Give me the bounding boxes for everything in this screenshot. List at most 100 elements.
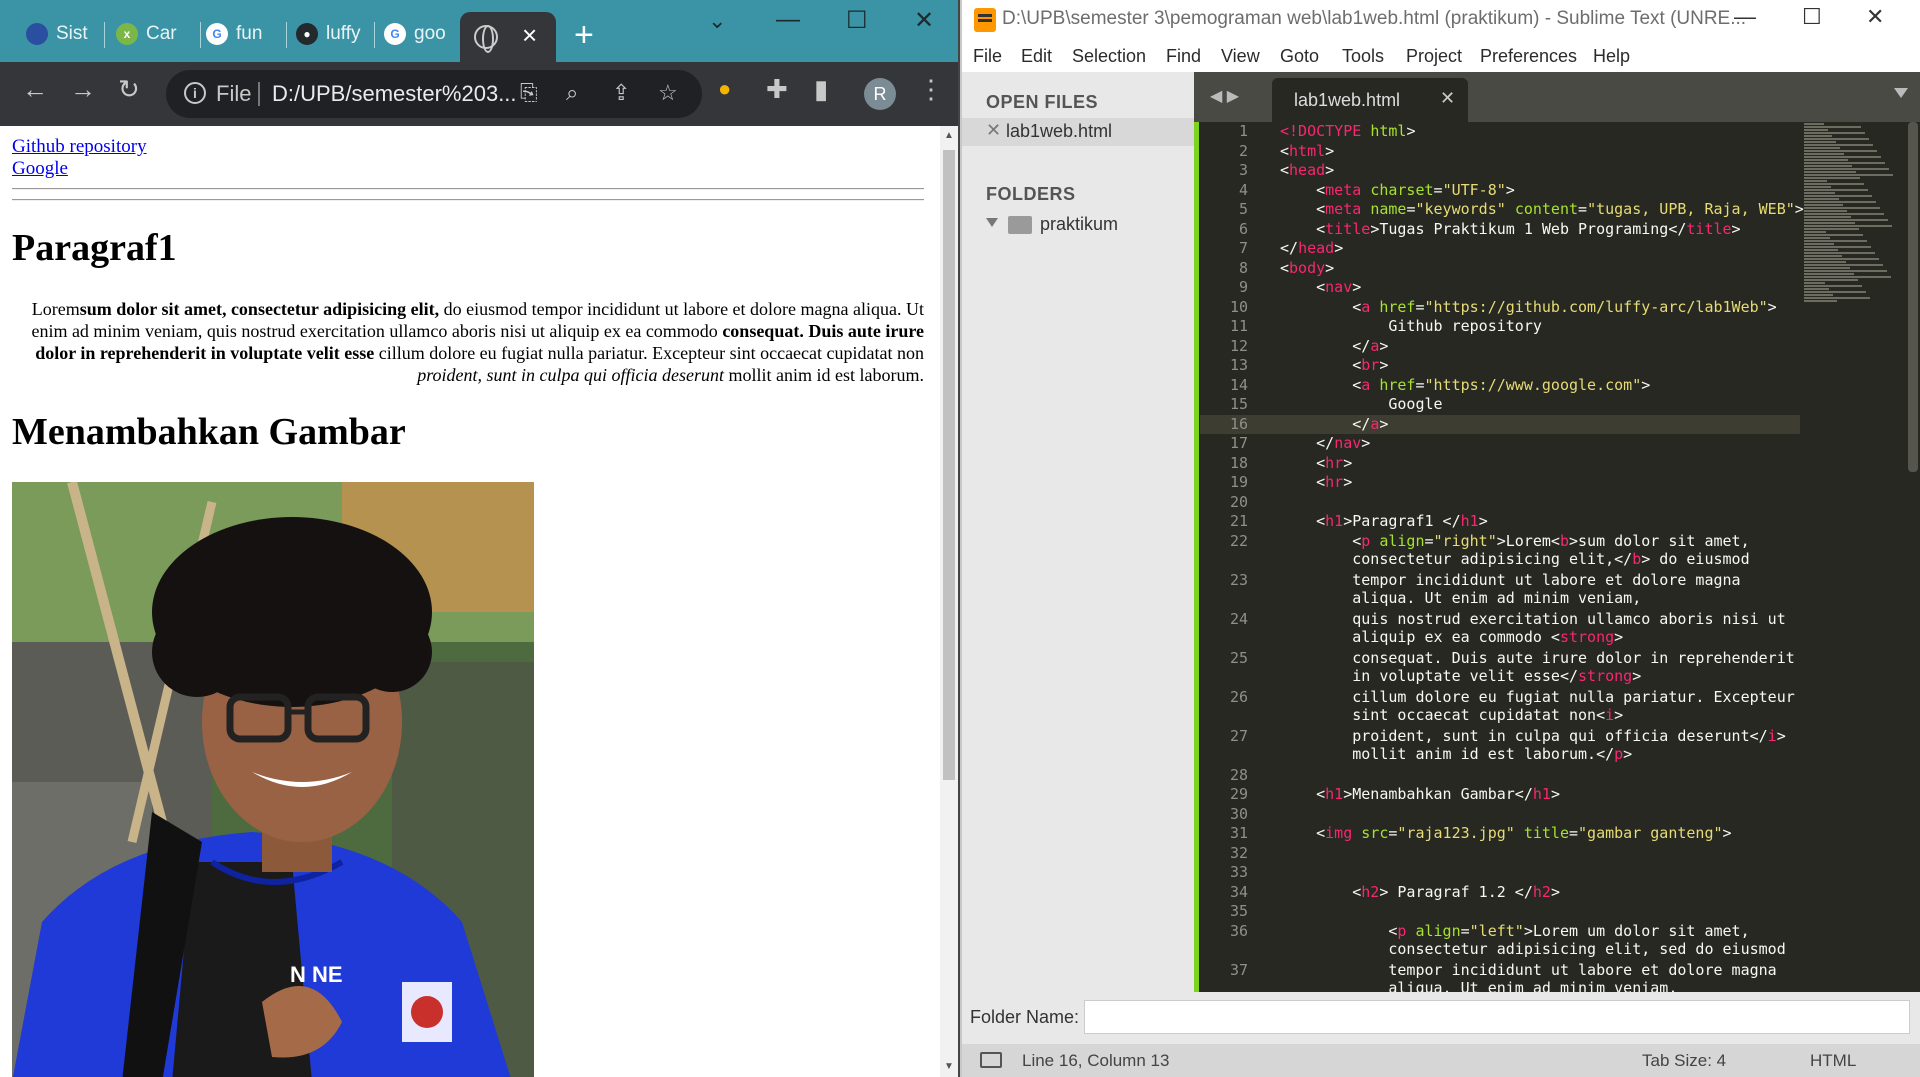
- tab-nav-arrows-icon[interactable]: ◀ ▶: [1210, 86, 1239, 106]
- tab-2[interactable]: x Car: [106, 14, 198, 54]
- minimap-line: [1804, 123, 1824, 125]
- menu-goto[interactable]: Goto: [1280, 46, 1319, 67]
- code-line: 9 <nav>: [1200, 278, 1800, 298]
- github-icon: ●: [296, 23, 318, 45]
- site-info-icon[interactable]: i: [184, 82, 206, 104]
- minimap-line: [1804, 231, 1826, 233]
- tab-1[interactable]: Sist: [16, 14, 102, 54]
- tab-dropdown-icon[interactable]: [1894, 88, 1908, 98]
- code-line: 30: [1200, 805, 1800, 825]
- code-editor[interactable]: 1 <!DOCTYPE html> 2 <html> 3 <head> 4 <meta ch…: [1194, 122, 1920, 992]
- minimap-line: [1804, 222, 1855, 224]
- code-text: <a href="https://github.com/luffy-arc/la…: [1280, 297, 1777, 316]
- tab-5[interactable]: G goo: [374, 14, 460, 54]
- minimap-line: [1804, 159, 1848, 161]
- menu-project[interactable]: Project: [1406, 46, 1462, 67]
- folder-icon: [1008, 216, 1032, 234]
- close-window-icon[interactable]: ✕: [914, 6, 934, 35]
- menu-tools[interactable]: Tools: [1342, 46, 1384, 67]
- shirt-text: N NE: [290, 962, 343, 987]
- menu-edit[interactable]: Edit: [1021, 46, 1052, 67]
- minimap-line: [1804, 210, 1847, 212]
- close-file-icon[interactable]: ✕: [986, 120, 1001, 141]
- line-number: 13: [1229, 356, 1248, 374]
- scrollbar-thumb[interactable]: [943, 150, 955, 780]
- menu-view[interactable]: View: [1221, 46, 1260, 67]
- syntax-mode[interactable]: HTML: [1810, 1051, 1856, 1071]
- github-repository-link[interactable]: Github repository: [12, 136, 147, 158]
- maximize-icon[interactable]: ☐: [846, 6, 868, 35]
- reload-icon[interactable]: ↻: [118, 74, 140, 105]
- address-bar[interactable]: i File D:/UPB/semester%203... ⎘ ⌕ ⇪ ☆: [166, 70, 702, 118]
- code-text: <h1>Paragraf1 </h1>: [1280, 512, 1488, 530]
- code-line: 25 consequat. Duis aute irure dolor in r…: [1200, 649, 1800, 688]
- minimap-line: [1804, 147, 1840, 149]
- line-number: 10: [1229, 297, 1248, 316]
- code-text: <p align="left">Lorem um dolor sit amet,…: [1280, 921, 1786, 958]
- extension-colorful-icon[interactable]: ●: [718, 76, 731, 102]
- code-line: 33: [1200, 863, 1800, 883]
- zoom-icon[interactable]: ⌕: [566, 80, 578, 106]
- minimap-line: [1804, 273, 1854, 275]
- minimize-icon[interactable]: —: [1734, 4, 1756, 30]
- google-link[interactable]: Google: [12, 158, 68, 180]
- maximize-icon[interactable]: ☐: [1802, 4, 1822, 30]
- menu-help[interactable]: Help: [1593, 46, 1630, 67]
- line-number: 2: [1238, 141, 1248, 160]
- menu-kebab-icon[interactable]: ⋮: [918, 74, 944, 105]
- code-line: 11 Github repository: [1200, 317, 1800, 337]
- minimap-line: [1804, 207, 1880, 209]
- close-tab-icon[interactable]: ✕: [1440, 88, 1455, 109]
- tab-3[interactable]: G fun: [196, 14, 286, 54]
- code-line: 8 <body>: [1200, 259, 1800, 279]
- translate-icon[interactable]: ⎘: [520, 80, 538, 106]
- extensions-puzzle-icon[interactable]: ✚: [766, 74, 788, 105]
- menu-preferences[interactable]: Preferences: [1480, 46, 1577, 67]
- close-tab-icon[interactable]: ×: [522, 20, 537, 51]
- folder-name-input[interactable]: [1084, 1000, 1910, 1034]
- scroll-down-icon[interactable]: ▼: [944, 1061, 954, 1072]
- menu-find[interactable]: Find: [1166, 46, 1201, 67]
- code-line: 12 </a>: [1200, 337, 1800, 357]
- line-number: 20: [1229, 492, 1248, 511]
- scroll-up-icon[interactable]: ▲: [944, 130, 954, 141]
- open-file-item[interactable]: ✕ lab1web.html: [962, 118, 1194, 146]
- disclosure-triangle-icon[interactable]: [986, 218, 998, 227]
- new-tab-button[interactable]: +: [574, 16, 594, 55]
- line-number: 37: [1229, 960, 1248, 979]
- minimap[interactable]: [1804, 122, 1904, 342]
- minimap-line: [1804, 276, 1891, 278]
- code-line: 20: [1200, 493, 1800, 513]
- tab-active[interactable]: ×: [460, 12, 556, 62]
- code-line: 27 proident, sunt in culpa qui officia d…: [1200, 727, 1800, 766]
- minimize-icon[interactable]: —: [776, 6, 800, 34]
- code-line: 29 <h1>Menambahkan Gambar</h1>: [1200, 785, 1800, 805]
- forward-icon[interactable]: →: [70, 74, 96, 105]
- tab-search-icon[interactable]: ⌄: [708, 8, 726, 34]
- menu-file[interactable]: File: [973, 46, 1002, 67]
- code-line: 7 </head>: [1200, 239, 1800, 259]
- editor-tab[interactable]: lab1web.html ✕: [1272, 78, 1468, 122]
- code-text: <h2> Paragraf 1.2 </h2>: [1280, 882, 1560, 901]
- minimap-line: [1804, 246, 1871, 248]
- divider: [258, 82, 260, 106]
- menu-selection[interactable]: Selection: [1072, 46, 1146, 67]
- share-icon[interactable]: ⇪: [612, 80, 630, 106]
- editor-scrollbar-thumb[interactable]: [1908, 122, 1918, 472]
- page-scrollbar[interactable]: ▲ ▼: [940, 126, 958, 1077]
- back-icon[interactable]: ←: [22, 74, 48, 105]
- minimap-line: [1804, 129, 1828, 131]
- tab-4[interactable]: ● luffy: [286, 14, 376, 54]
- console-toggle-icon[interactable]: [980, 1052, 1002, 1068]
- tab-size[interactable]: Tab Size: 4: [1642, 1051, 1726, 1071]
- side-panel-icon[interactable]: ▮: [814, 74, 828, 105]
- bookmark-star-icon[interactable]: ☆: [658, 80, 678, 106]
- code-text: tempor incididunt ut labore et dolore ma…: [1352, 570, 1741, 607]
- profile-avatar[interactable]: R: [864, 78, 896, 110]
- minimap-line: [1804, 126, 1861, 128]
- minimap-line: [1804, 204, 1843, 206]
- desktop: Sist x Car G fun ● luffy G goo × + ⌄ — ☐…: [0, 0, 1920, 1077]
- code-text: <head>: [1280, 161, 1335, 179]
- sublime-titlebar: D:\UPB\semester 3\pemograman web\lab1web…: [962, 0, 1920, 40]
- close-window-icon[interactable]: ✕: [1866, 4, 1884, 30]
